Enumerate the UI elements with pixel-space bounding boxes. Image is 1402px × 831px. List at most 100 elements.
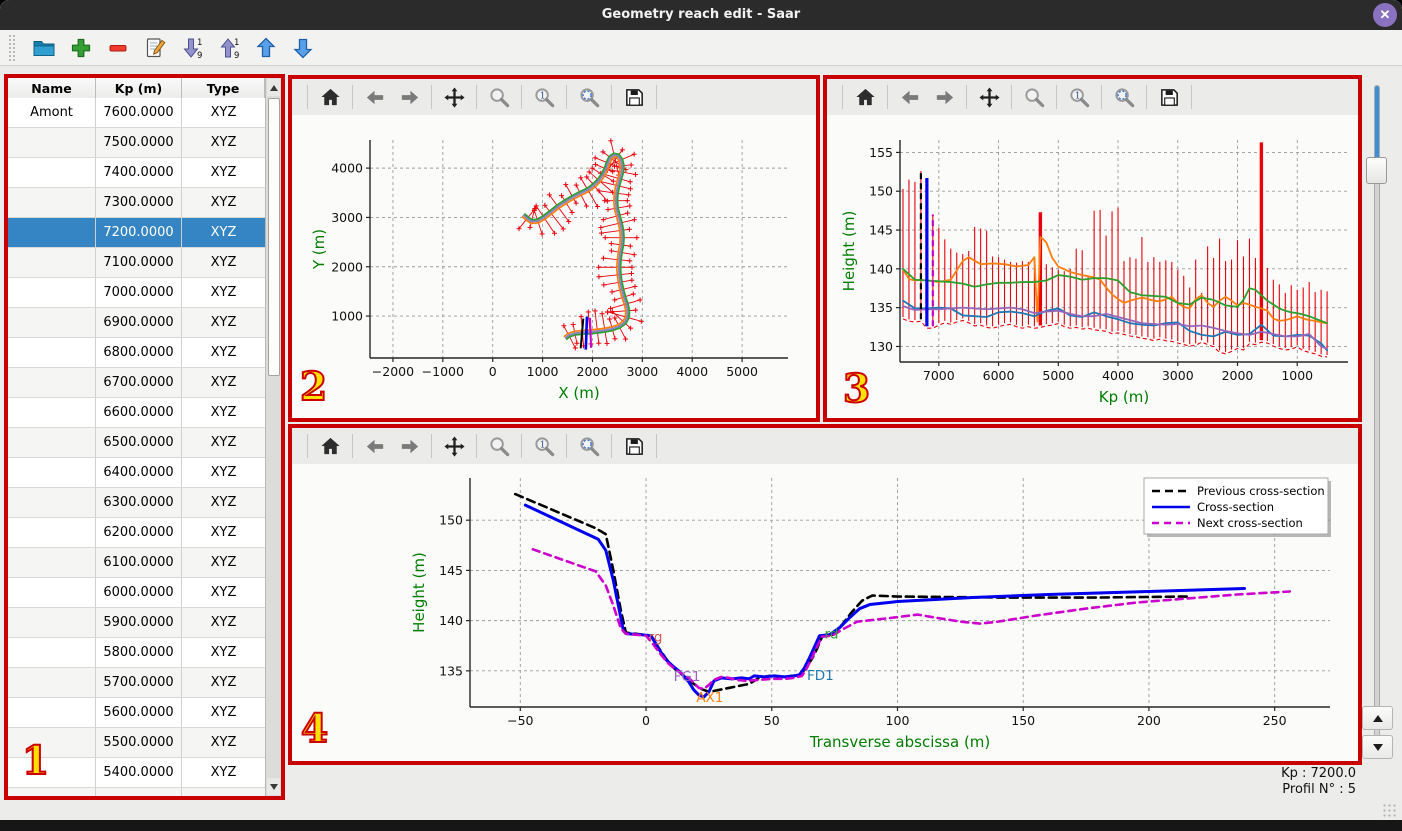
forward-button[interactable] bbox=[929, 82, 959, 112]
save-icon bbox=[1158, 86, 1181, 109]
title-bar: Geometry reach edit - Saar ✕ bbox=[0, 0, 1402, 30]
zoom-one-icon: 1 bbox=[533, 86, 556, 109]
svg-text:rd: rd bbox=[825, 627, 839, 643]
table-body: Amont 7600.0000 XYZ 7500.0000 XYZ 7400.0000 XY… bbox=[8, 98, 265, 796]
edit-profile-button[interactable] bbox=[138, 32, 171, 64]
cell-type: XYZ bbox=[210, 345, 237, 360]
pan-button[interactable] bbox=[439, 82, 469, 112]
toolbar-separator bbox=[352, 434, 353, 458]
plan-plot[interactable]: −2000 −1000 0 1000 2000 3000 4000 5000 1000 2000 3… bbox=[292, 115, 816, 418]
cell-name bbox=[8, 668, 96, 697]
table-row[interactable]: 6600.0000 XYZ bbox=[8, 398, 265, 428]
table-row[interactable]: 7500.0000 XYZ bbox=[8, 128, 265, 158]
pan-button[interactable] bbox=[439, 431, 469, 461]
profile-up-button[interactable] bbox=[1362, 706, 1393, 730]
table-row[interactable]: 5800.0000 XYZ bbox=[8, 638, 265, 668]
arrow-down-icon bbox=[291, 36, 315, 60]
home-button[interactable] bbox=[850, 82, 880, 112]
cell-kp: 6800.0000 bbox=[96, 338, 182, 367]
move-up-button[interactable] bbox=[249, 32, 282, 64]
profile-slider-handle[interactable] bbox=[1366, 157, 1387, 184]
zoom-button[interactable] bbox=[1019, 82, 1049, 112]
forward-button[interactable] bbox=[394, 431, 424, 461]
back-button[interactable] bbox=[360, 431, 390, 461]
table-row[interactable]: 7000.0000 XYZ bbox=[8, 278, 265, 308]
scrollbar-thumb[interactable] bbox=[267, 98, 280, 376]
forward-icon bbox=[933, 86, 956, 109]
table-row[interactable]: 7100.0000 XYZ bbox=[8, 248, 265, 278]
column-header-kp[interactable]: Kp (m) bbox=[96, 78, 182, 98]
zoom-button[interactable] bbox=[484, 82, 514, 112]
move-down-button[interactable] bbox=[286, 32, 319, 64]
profile-table: Name Kp (m) Type Amont 7600.0000 XYZ 7500.0… bbox=[8, 78, 265, 796]
home-button[interactable] bbox=[315, 82, 345, 112]
cross-section-plot[interactable]: rg FG1 AX1 FD1 rd −50 0 50 100 150 200 250 135 140 145… bbox=[292, 464, 1358, 761]
table-row[interactable]: 5600.0000 XYZ bbox=[8, 698, 265, 728]
edit-icon bbox=[143, 36, 167, 60]
svg-text:2000: 2000 bbox=[331, 259, 363, 274]
column-header-name[interactable]: Name bbox=[8, 78, 96, 98]
add-profile-button[interactable] bbox=[64, 32, 97, 64]
toolbar-drag-handle[interactable] bbox=[8, 33, 17, 62]
long-profile-plot[interactable]: 7000 6000 5000 4000 3000 2000 1000 130 135 140 145… bbox=[827, 115, 1358, 418]
svg-text:1: 1 bbox=[539, 440, 545, 450]
profile-slider-track[interactable] bbox=[1374, 85, 1380, 745]
table-row[interactable]: 7200.0000 XYZ bbox=[8, 218, 265, 248]
svg-text:1000: 1000 bbox=[1281, 368, 1313, 383]
save-button[interactable] bbox=[619, 82, 649, 112]
scroll-down-button[interactable] bbox=[267, 778, 280, 795]
column-header-type[interactable]: Type bbox=[182, 78, 265, 98]
zoom-one-button[interactable]: 1 bbox=[529, 82, 559, 112]
pan-button[interactable] bbox=[974, 82, 1004, 112]
table-row[interactable]: 5300.0000XYZ bbox=[8, 788, 265, 796]
remove-profile-button[interactable] bbox=[101, 32, 134, 64]
zoom-button[interactable] bbox=[484, 431, 514, 461]
table-row[interactable]: 7300.0000 XYZ bbox=[8, 188, 265, 218]
table-row[interactable]: 5700.0000 XYZ bbox=[8, 668, 265, 698]
table-row[interactable]: 6100.0000 XYZ bbox=[8, 548, 265, 578]
cell-kp: 6900.0000 bbox=[96, 308, 182, 337]
home-button[interactable] bbox=[315, 431, 345, 461]
back-button[interactable] bbox=[895, 82, 925, 112]
table-row[interactable]: 6800.0000 XYZ bbox=[8, 338, 265, 368]
table-row[interactable]: 6200.0000 XYZ bbox=[8, 518, 265, 548]
zoom-one-button[interactable]: 1 bbox=[1064, 82, 1094, 112]
svg-text:145: 145 bbox=[869, 223, 893, 238]
back-button[interactable] bbox=[360, 82, 390, 112]
table-row[interactable]: 5900.0000 XYZ bbox=[8, 608, 265, 638]
table-row[interactable]: 7400.0000 XYZ bbox=[8, 158, 265, 188]
table-row[interactable]: 6900.0000 XYZ bbox=[8, 308, 265, 338]
scroll-up-button[interactable] bbox=[267, 79, 280, 96]
zoom-one-button[interactable]: 1 bbox=[529, 431, 559, 461]
table-row[interactable]: 6300.0000 XYZ bbox=[8, 488, 265, 518]
arrow-up-icon bbox=[254, 36, 278, 60]
open-button[interactable] bbox=[27, 32, 60, 64]
cell-kp: 6300.0000 bbox=[96, 488, 182, 517]
forward-button[interactable] bbox=[394, 82, 424, 112]
toolbar-separator bbox=[566, 85, 567, 109]
sort-ascending-button[interactable]: 19 bbox=[212, 32, 245, 64]
svg-text:250: 250 bbox=[1263, 713, 1287, 728]
svg-text:4000: 4000 bbox=[331, 161, 363, 176]
svg-text:Next cross-section: Next cross-section bbox=[1197, 516, 1303, 530]
zoom-region-button[interactable] bbox=[574, 431, 604, 461]
svg-text:150: 150 bbox=[1011, 713, 1035, 728]
profile-down-button[interactable] bbox=[1362, 735, 1393, 759]
table-row[interactable]: 6500.0000 XYZ bbox=[8, 428, 265, 458]
close-button[interactable]: ✕ bbox=[1373, 3, 1397, 27]
save-button[interactable] bbox=[619, 431, 649, 461]
sort-descending-button[interactable]: 19 bbox=[175, 32, 208, 64]
table-row[interactable]: 6700.0000 XYZ bbox=[8, 368, 265, 398]
table-row[interactable]: 6400.0000 XYZ bbox=[8, 458, 265, 488]
cell-type: XYZ bbox=[210, 555, 237, 570]
zoom-region-button[interactable] bbox=[574, 82, 604, 112]
cell-kp: 7400.0000 bbox=[96, 158, 182, 187]
resize-grip[interactable] bbox=[1382, 803, 1396, 817]
cell-kp: 5300.0000 bbox=[96, 788, 182, 796]
cell-kp: 5500.0000 bbox=[96, 728, 182, 757]
table-scrollbar[interactable] bbox=[265, 78, 281, 796]
table-row[interactable]: 6000.0000 XYZ bbox=[8, 578, 265, 608]
zoom-region-button[interactable] bbox=[1109, 82, 1139, 112]
table-row[interactable]: Amont 7600.0000 XYZ bbox=[8, 98, 265, 128]
save-button[interactable] bbox=[1154, 82, 1184, 112]
